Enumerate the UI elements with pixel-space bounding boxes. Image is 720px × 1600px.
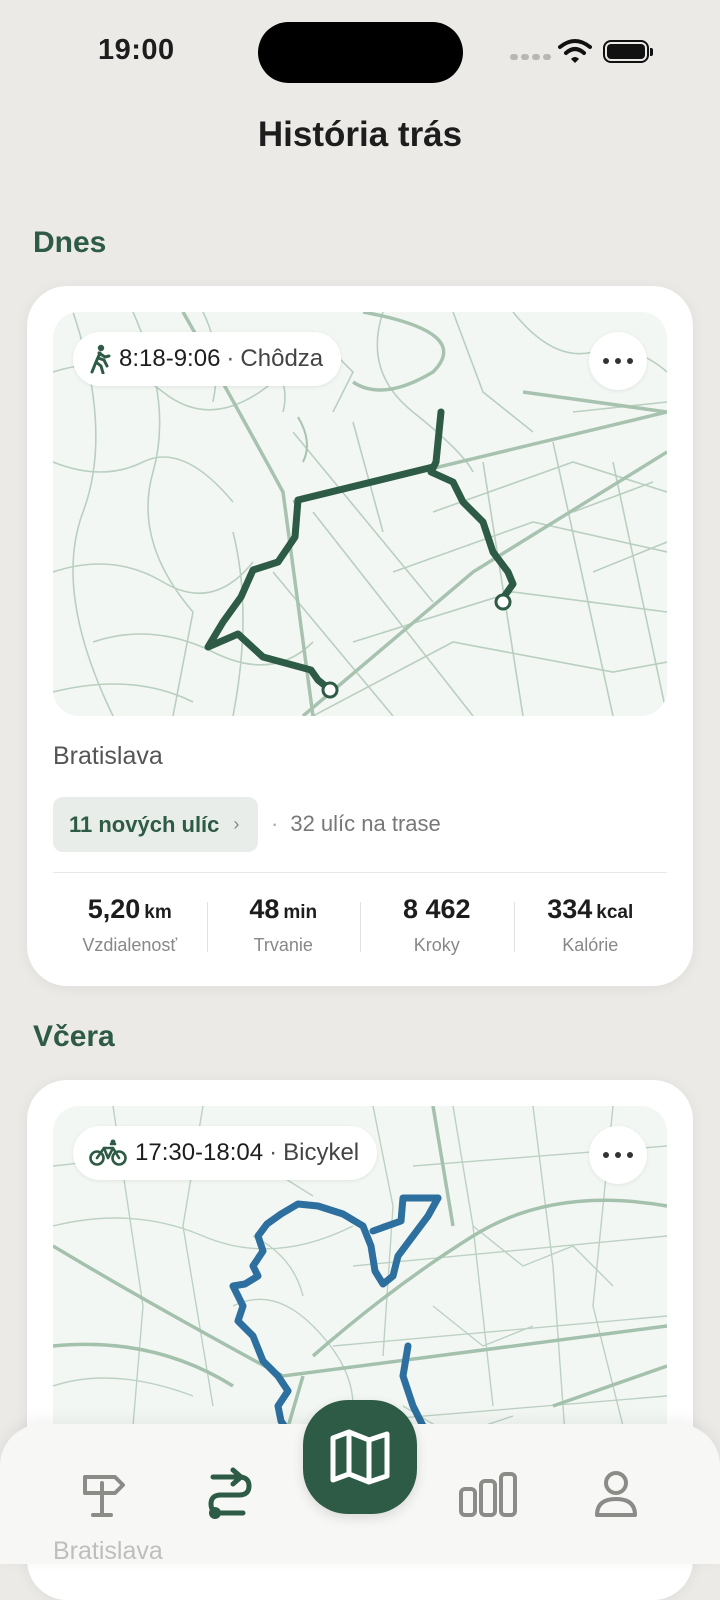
tab-profile[interactable]: [586, 1464, 646, 1524]
route-card-walk[interactable]: 8:18-9:06 · Chôdza Bratislava 11 nových …: [27, 286, 693, 986]
activity-time: 8:18-9:06: [119, 345, 221, 372]
route-icon: [208, 1467, 252, 1519]
stat-distance: 5,20 km Vzdialenosť: [82, 894, 178, 955]
tab-explore[interactable]: [72, 1464, 132, 1524]
route-map[interactable]: 8:18-9:06 · Chôdza: [53, 312, 667, 716]
bicycle-icon: [89, 1139, 127, 1167]
map-icon: [330, 1429, 390, 1485]
chevron-right-icon: ›: [233, 814, 240, 834]
new-streets-label: 11 nových ulíc: [69, 811, 220, 837]
city-label: Bratislava: [53, 742, 163, 770]
signpost-icon: [83, 1475, 125, 1517]
stats-row: 5,20 km Vzdialenosť 48 min Trvanie 8 462 K…: [53, 894, 667, 956]
activity-pill: 17:30-18:04 · Bicykel: [73, 1126, 378, 1180]
stat-calories: 334 kcal Kalórie: [513, 894, 668, 956]
page-title: História trás: [257, 115, 463, 154]
new-streets-button[interactable]: 11 nových ulíc ›: [53, 797, 258, 852]
stat-duration: 48 min Trvanie: [206, 894, 361, 956]
more-icon: [603, 1152, 609, 1158]
city-label-faded: Bratislava: [53, 1537, 163, 1565]
streets-on-route: 32 ulíc na trase: [290, 811, 441, 836]
section-label-today: Dnes: [33, 226, 107, 259]
activity-type: Bicykel: [283, 1139, 360, 1166]
activity-pill: 8:18-9:06 · Chôdza: [73, 332, 342, 386]
dynamic-island: [258, 22, 463, 83]
more-options-button[interactable]: [589, 332, 647, 390]
battery-icon: [603, 40, 653, 63]
status-bar: 19:00: [0, 0, 720, 100]
tab-routes[interactable]: [200, 1464, 260, 1524]
map-button[interactable]: [303, 1400, 417, 1514]
stat-steps: 8 462 Kroky: [360, 894, 514, 956]
walking-icon: [89, 344, 111, 374]
cellular-signal-icon: [510, 54, 554, 72]
activity-time: 17:30-18:04: [135, 1139, 264, 1166]
profile-icon: [595, 1471, 637, 1517]
activity-type: Chôdza: [240, 345, 324, 372]
tab-stats[interactable]: [458, 1464, 518, 1524]
status-time: 19:00: [98, 34, 175, 66]
divider: [53, 872, 667, 873]
more-icon: [603, 358, 609, 364]
section-label-yesterday: Včera: [33, 1020, 115, 1053]
wifi-icon: [558, 38, 592, 69]
stats-icon: [459, 1472, 517, 1517]
more-options-button[interactable]: [589, 1126, 647, 1184]
